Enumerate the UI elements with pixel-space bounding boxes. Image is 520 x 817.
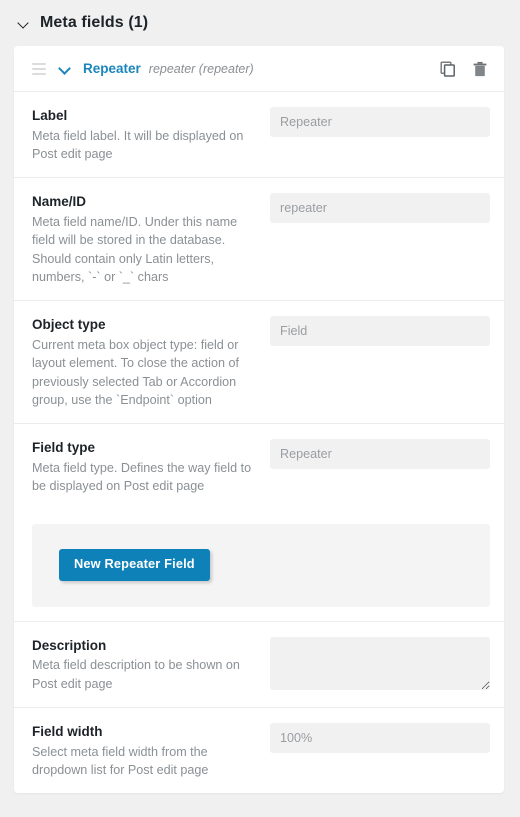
copy-icon[interactable] xyxy=(438,59,458,79)
chevron-down-icon[interactable] xyxy=(18,17,31,30)
field-label-column: Description Meta field description to be… xyxy=(32,636,270,693)
field-label-column: Name/ID Meta field name/ID. Under this n… xyxy=(32,192,270,286)
field-label: Description xyxy=(32,637,107,653)
field-description: Current meta box object type: field or l… xyxy=(32,337,239,408)
fields-before-builder: Label Meta field label. It will be displ… xyxy=(14,92,504,510)
repeater-item-slug: repeater (repeater) xyxy=(148,61,254,76)
chevron-down-icon[interactable] xyxy=(59,62,73,76)
object-type-field[interactable] xyxy=(270,316,490,347)
field-input-column xyxy=(270,438,490,470)
fields-after-builder: Description Meta field description to be… xyxy=(14,622,504,794)
repeater-item-name[interactable]: Repeater xyxy=(83,61,141,76)
field-label-column: Object type Current meta box object type… xyxy=(32,315,270,409)
field-input-column xyxy=(270,192,490,224)
field-label-column: Field width Select meta field width from… xyxy=(32,722,270,779)
field-label: Field type xyxy=(32,440,96,456)
field-description: Meta field type. Defines the way field t… xyxy=(32,461,252,494)
drag-handle-icon[interactable] xyxy=(32,62,46,75)
meta-field-card: Repeater repeater (repeater) Label Meta … xyxy=(14,46,504,794)
page-title: Meta fields (1) xyxy=(40,14,149,31)
label-field[interactable] xyxy=(270,107,490,137)
name-id-field[interactable] xyxy=(270,193,490,224)
field-label: Object type xyxy=(32,317,106,333)
new-repeater-field-button[interactable]: New Repeater Field xyxy=(59,549,210,582)
field-description: Meta field description to be shown on Po… xyxy=(32,658,240,691)
field-row: Description Meta field description to be… xyxy=(14,622,504,709)
field-label-column: Label Meta field label. It will be displ… xyxy=(32,106,270,163)
field-input-column xyxy=(270,636,490,690)
field-row: Field width Select meta field width from… xyxy=(14,708,504,793)
field-input-column xyxy=(270,106,490,137)
description-field[interactable] xyxy=(270,636,490,690)
field-input-column xyxy=(270,315,490,347)
trash-icon[interactable] xyxy=(470,59,490,79)
field-description: Meta field label. It will be displayed o… xyxy=(32,128,244,161)
field-label: Label xyxy=(32,108,68,123)
field-row: Object type Current meta box object type… xyxy=(14,301,504,425)
field-type-field[interactable] xyxy=(270,439,490,470)
repeater-builder-row: New Repeater Field xyxy=(14,510,504,622)
field-row: Name/ID Meta field name/ID. Under this n… xyxy=(14,178,504,302)
field-width-field[interactable] xyxy=(270,723,490,754)
meta-fields-header[interactable]: Meta fields (1) xyxy=(0,0,520,36)
field-label: Field width xyxy=(32,724,103,740)
field-row: Label Meta field label. It will be displ… xyxy=(14,92,504,179)
field-description: Meta field name/ID. Under this name fiel… xyxy=(32,214,238,284)
field-row: Field type Meta field type. Defines the … xyxy=(14,424,504,509)
field-description: Select meta field width from the dropdow… xyxy=(32,744,209,777)
repeater-item-header: Repeater repeater (repeater) xyxy=(14,46,504,92)
field-label: Name/ID xyxy=(32,194,87,210)
repeater-builder-box: New Repeater Field xyxy=(32,523,490,607)
repeater-item-actions xyxy=(438,59,490,79)
field-input-column xyxy=(270,722,490,754)
field-label-column: Field type Meta field type. Defines the … xyxy=(32,438,270,495)
